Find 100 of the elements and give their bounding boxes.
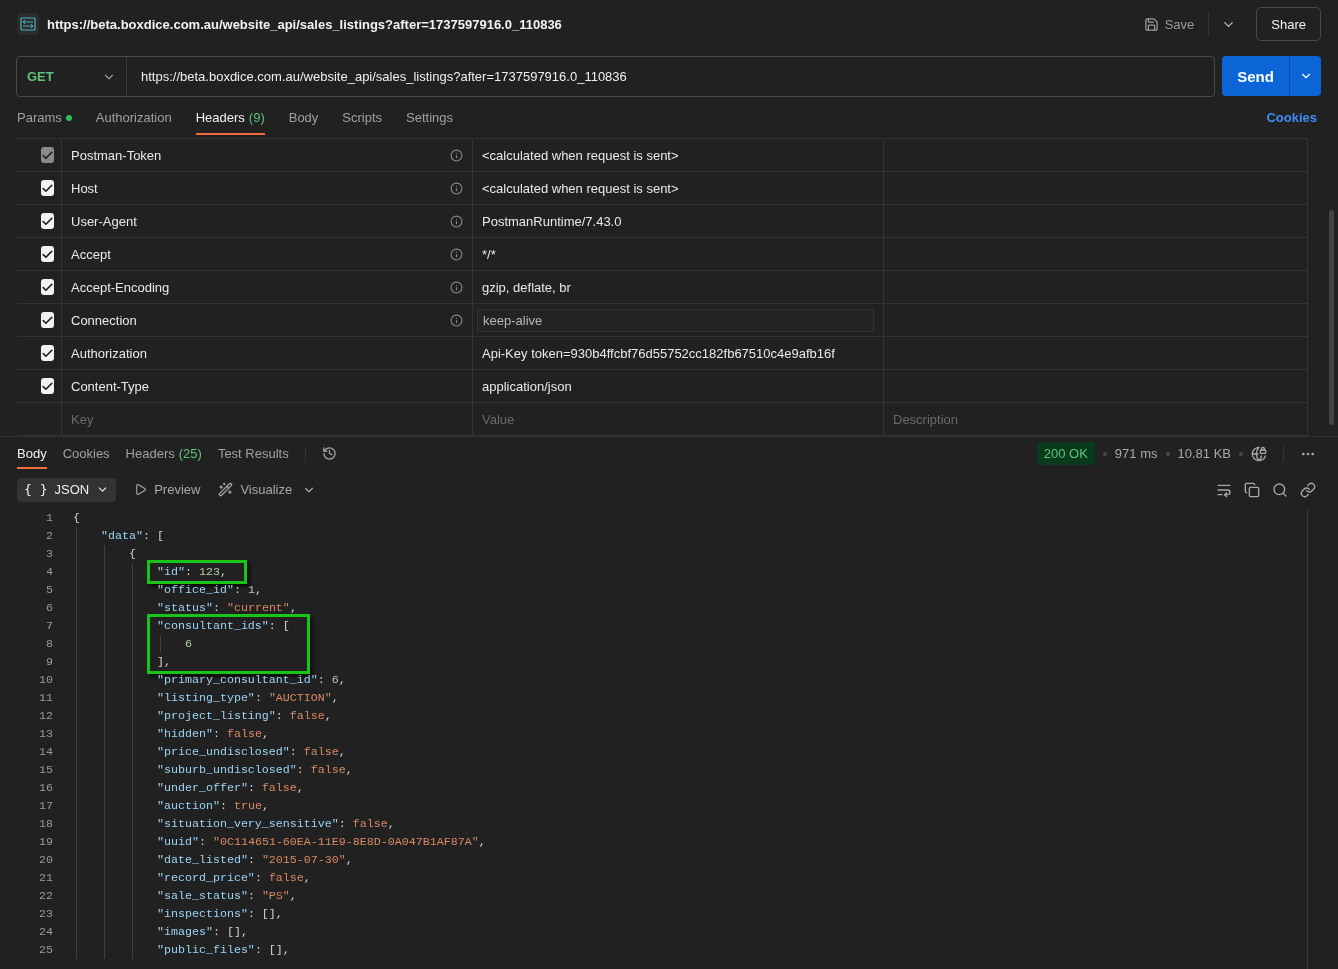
request-tab[interactable]: Scripts [342, 100, 383, 135]
checkbox[interactable] [41, 312, 54, 328]
line-number: 10 [38, 673, 53, 687]
line-number: 2 [45, 529, 53, 543]
request-tab[interactable]: Settings [406, 100, 454, 135]
code-line: "auction": true, [155, 799, 269, 813]
checkbox[interactable] [41, 378, 54, 394]
line-number: 14 [38, 745, 53, 759]
checkbox[interactable] [41, 246, 54, 262]
info-icon [450, 247, 463, 261]
copy-icon[interactable] [1244, 481, 1260, 498]
line-number: 18 [38, 817, 53, 831]
line-number: 24 [38, 925, 53, 939]
code-line: "status": "current", [155, 601, 297, 615]
save-button[interactable]: Save [1137, 12, 1201, 36]
code-line: "data": [ [99, 529, 164, 543]
wand-icon [218, 482, 234, 497]
checkbox[interactable] [41, 213, 54, 229]
globe-lock-icon[interactable] [1251, 445, 1267, 462]
search-icon[interactable] [1272, 481, 1288, 498]
dot-separator [1102, 451, 1107, 456]
send-button[interactable]: Send [1222, 56, 1289, 96]
code-line: "suburb_undisclosed": false, [155, 763, 353, 777]
code-line: "id": 123, [155, 565, 227, 579]
response-size: 10.81 KB [1177, 446, 1231, 461]
status-badge: 200 OK [1036, 442, 1095, 465]
line-number: 4 [45, 565, 53, 579]
info-icon [450, 214, 463, 228]
line-number: 16 [38, 781, 53, 795]
cookies-link[interactable]: Cookies [1266, 110, 1317, 125]
line-number: 12 [38, 709, 53, 723]
code-line: "listing_type": "AUCTION", [155, 691, 339, 705]
code-line: 6 [183, 637, 192, 651]
play-icon [134, 483, 148, 496]
line-number: 9 [45, 655, 53, 669]
line-number: 20 [38, 853, 53, 867]
line-number: 22 [38, 889, 53, 903]
checkbox[interactable] [41, 345, 54, 361]
checkbox[interactable] [41, 279, 54, 295]
code-line: "under_offer": false, [155, 781, 304, 795]
dot-separator [1165, 451, 1170, 456]
link-icon[interactable] [1300, 481, 1316, 498]
header-value: <calculated when request is sent> [482, 147, 679, 163]
scrollbar-thumb[interactable] [1329, 210, 1334, 425]
header-key: User-Agent [71, 213, 137, 229]
line-number: 25 [38, 943, 53, 957]
code-line: "inspections": [], [155, 907, 283, 921]
code-line: { [73, 511, 80, 525]
value-field[interactable]: keep-alive [477, 308, 874, 332]
line-number: 1 [45, 511, 53, 525]
line-number: 6 [45, 601, 53, 615]
code-line: "record_price": false, [155, 871, 311, 885]
url-field[interactable]: GET https://beta.boxdice.com.au/website_api/sales_listings?after=1737597916.0_110836 [16, 56, 1215, 97]
code-line: "situation_very_sensitive": false, [155, 817, 395, 831]
code-line: "public_files": [], [155, 943, 290, 957]
request-icon [17, 13, 39, 35]
code-line: "sale_status": "PS", [155, 889, 297, 903]
code-line: "price_undisclosed": false, [155, 745, 346, 759]
request-tab[interactable]: Headers (9) [195, 100, 265, 135]
code-line: "primary_consultant_id": 6, [155, 673, 346, 687]
info-icon [450, 181, 463, 195]
info-icon [450, 313, 463, 327]
method-select[interactable]: GET [17, 57, 127, 96]
dot-separator [1239, 451, 1243, 456]
header-key: Postman-Token [71, 147, 162, 163]
checkbox[interactable] [41, 180, 54, 196]
header-key: Host [71, 180, 98, 196]
visualize-button[interactable]: Visualize [218, 482, 293, 497]
header-key: Connection [71, 312, 137, 328]
response-tab[interactable]: Body [17, 438, 47, 469]
line-number: 15 [38, 763, 53, 777]
header-key: Accept-Encoding [71, 279, 170, 295]
line-number: 21 [38, 871, 53, 885]
format-select[interactable]: { } JSON [17, 477, 117, 502]
line-number: 3 [45, 547, 53, 561]
share-button[interactable]: Share [1256, 7, 1321, 41]
preview-button[interactable]: Preview [134, 482, 201, 497]
response-tab[interactable]: Headers (25) [125, 438, 202, 469]
response-tab[interactable]: Test Results [217, 438, 289, 469]
line-number: 11 [38, 691, 53, 705]
history-icon[interactable] [321, 446, 337, 461]
header-value: Api-Key token=930b4ffcbf76d55752cc182fb67510c4e9afb16f [482, 345, 835, 361]
request-tab[interactable]: Body [288, 100, 319, 135]
line-number: 8 [45, 637, 53, 651]
header-value: gzip, deflate, br [482, 279, 571, 295]
code-line: "uuid": "0C114651-60EA-11E9-8E8D-0A047B1AF87A", [155, 835, 486, 849]
code-line: "office_id": 1, [155, 583, 262, 597]
request-tab[interactable]: Params [17, 100, 72, 135]
code-line: { [127, 547, 136, 561]
response-tab[interactable]: Cookies [62, 438, 110, 469]
header-key: Authorization [71, 345, 147, 361]
info-icon [450, 148, 463, 162]
code-line: "project_listing": false, [155, 709, 332, 723]
header-value: */* [482, 246, 496, 262]
code-line: ], [155, 655, 171, 669]
request-tab[interactable]: Authorization [95, 100, 172, 135]
save-icon [1143, 16, 1159, 32]
line-number: 7 [45, 619, 53, 633]
header-value: application/json [482, 378, 572, 394]
code-line: "hidden": false, [155, 727, 269, 741]
